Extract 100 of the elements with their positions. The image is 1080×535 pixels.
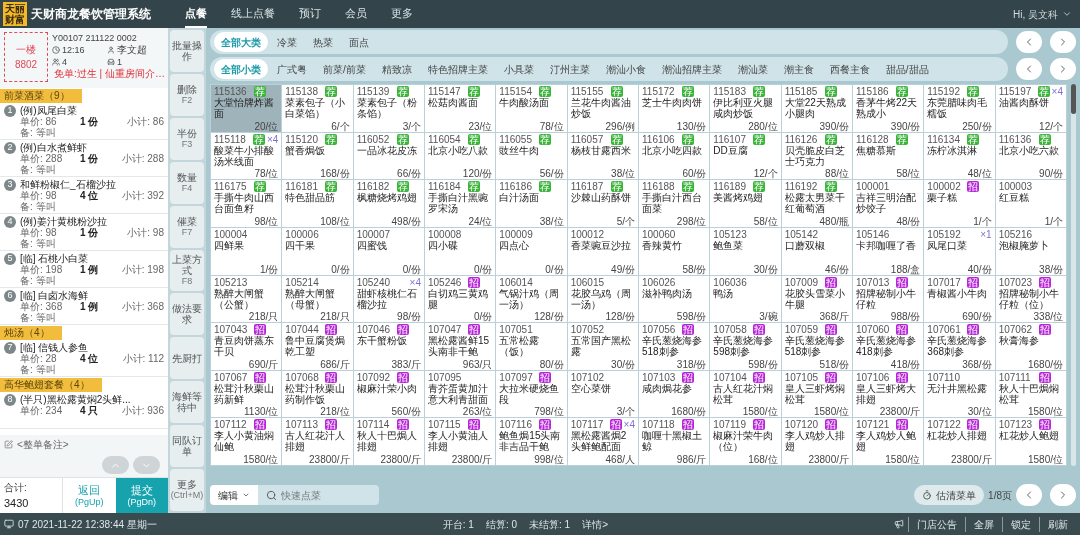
action-button[interactable]: 数量 F4 (170, 161, 204, 204)
sold-out-menu-button[interactable]: 估清菜单 (914, 485, 985, 505)
search-field[interactable]: 快速点菜 (258, 485, 379, 505)
previous-page-button[interactable] (1016, 31, 1042, 53)
scroll-down-button[interactable] (133, 456, 160, 474)
dish-tile[interactable]: 107017 招 青椒酱小牛肉 690/份 (924, 275, 995, 323)
dish-tile[interactable]: 107106 招 皇人三虾烤大排翅 23800/斤 (853, 370, 924, 418)
dish-tile[interactable]: 100002 招 栗子糕 1/个 (924, 180, 995, 227)
dish-tile[interactable]: 115118 荐 ×4 酸菜牛小排酸汤米线面 78/位 (211, 132, 282, 180)
nav-tab[interactable]: 预订 (299, 0, 321, 28)
dish-tile[interactable]: 115185 荐 大堂22天熟成小腿肉 390/份 (781, 85, 852, 132)
category-chip[interactable]: 全部大类 (214, 32, 268, 52)
dish-tile[interactable]: 107056 招 辛氏葱烧海参518刺参 318/份 (639, 323, 710, 370)
dish-tile[interactable]: 107068 招 松茸汁秋栗山药制作饭 218/位 (282, 370, 353, 418)
dish-tile[interactable]: 115183 荐 伊比利亚火腿咸肉炒饭 280/位 (710, 85, 781, 132)
scrollbar[interactable] (1071, 84, 1076, 466)
dish-tile[interactable]: 115197 荐 ×4 油酱肉酥饼 12/个 (995, 85, 1066, 132)
scroll-up-button[interactable] (102, 456, 129, 474)
dish-tile[interactable]: 116107 荐 DD豆腐 12/个 (710, 132, 781, 180)
action-button[interactable]: 同队订单 (170, 425, 204, 468)
category-chip[interactable]: 潮主食 (776, 59, 821, 79)
category-chip[interactable]: 潮汕招牌主菜 (654, 59, 729, 79)
category-chip[interactable]: 特色招牌主菜 (420, 59, 495, 79)
dish-tile[interactable]: 115154 荐 牛肉酸汤面 78/位 (496, 85, 567, 132)
next-page-button[interactable] (1050, 484, 1076, 506)
dish-tile[interactable]: 116175 荐 手撕牛肉山西台面鱼籽 98/位 (211, 180, 282, 227)
dish-tile[interactable]: 107116 招 鲍鱼焗15头南非吉品干鲍 998/位 (496, 418, 567, 465)
category-chip[interactable]: 小具菜 (496, 59, 541, 79)
action-button[interactable]: 上菜方式 F8 (170, 249, 204, 292)
dish-tile[interactable]: 106014 气锅汁鸡（周一汤） 128/份 (496, 275, 567, 323)
dish-tile[interactable]: 105142 口蘑双椒 46/份 (781, 227, 852, 275)
dish-tile[interactable]: 107043 招 青豆肉饼蒸东干贝 690/斤 (211, 323, 282, 370)
dish-tile[interactable]: 105216 泡椒腌萝卜 38/份 (995, 227, 1066, 275)
dish-tile[interactable]: 107062 招 秋膏海参 1680/份 (995, 323, 1066, 370)
category-chip[interactable]: 汀州主菜 (542, 59, 597, 79)
dish-tile[interactable]: 107110 无汁井黑松露 30/位 (924, 370, 995, 418)
dish-tile[interactable]: 107023 招 招牌秘制小牛仔粒（位） 338/位 (995, 275, 1066, 323)
dish-tile[interactable]: 116192 荐 松露太男菜干红葡萄酒 480/瓶 (781, 180, 852, 227)
dish-tile[interactable]: 107061 招 辛氏葱烧海参368刺参 368/份 (924, 323, 995, 370)
dish-tile[interactable]: 107044 招 鲁中豆腐煲焗乾工塑 686/斤 (282, 323, 353, 370)
dish-tile[interactable]: 107117 招 ×4 黑松露酱焗2头鲜鲍配面 468/人 (567, 418, 638, 465)
dish-tile[interactable]: 100003 红豆糕 1/个 (995, 180, 1066, 227)
dish-tile[interactable]: 107122 招 杠花炒人排翅 23800/斤 (924, 418, 995, 465)
dish-tile[interactable]: 106036 鸭汤 3/碗 (710, 275, 781, 323)
category-chip[interactable]: 前菜/前菜 (316, 59, 373, 79)
dish-tile[interactable]: 107119 招 椒麻汁荣牛肉（位） 168/位 (710, 418, 781, 465)
dish-tile[interactable]: 115186 荐 香茅牛烤22天熟成小 390/份 (853, 85, 924, 132)
action-button[interactable]: 海鲜等待中 (170, 381, 204, 424)
dish-tile[interactable]: 106026 滋补鸭肉汤 598/份 (639, 275, 710, 323)
dish-tile[interactable]: 116126 荐 贝壳脆皮白芝士巧克力 88/位 (781, 132, 852, 180)
category-chip[interactable]: 潮汕菜 (730, 59, 775, 79)
dish-tile[interactable]: 107046 招 东干蟹粉饭 383/斤 (353, 323, 424, 370)
dish-tile[interactable]: 116187 荐 沙棘山药酥饼 5/个 (567, 180, 638, 227)
category-chip[interactable]: 甜品/甜品 (878, 59, 936, 79)
dish-tile[interactable]: 105240 ×4 甜虾核桃仁石榴沙拉 98/份 (353, 275, 424, 323)
dish-tile[interactable]: 107095 青芥蛋黄加汁意大利青甜面 263/位 (425, 370, 496, 418)
dish-tile[interactable]: 107112 招 李人小黄油焖仙鲍 1580/位 (211, 418, 282, 465)
dish-tile[interactable]: 116057 荐 杨枝甘露西米 38/位 (567, 132, 638, 180)
dish-tile[interactable]: 107009 招 花胶头雪菜小牛腿 368/斤 (781, 275, 852, 323)
dish-tile[interactable]: 107052 五常国产黑松露 30/份 (567, 323, 638, 370)
dish-tile[interactable]: 107120 招 李人鸡炒人排翅 23800/斤 (781, 418, 852, 465)
category-chip[interactable]: 广式粤 (270, 59, 314, 79)
dish-tile[interactable]: 100060 香辣黄竹 58/份 (639, 227, 710, 275)
dish-tile[interactable]: 105123 鲍鱼菜 30/份 (710, 227, 781, 275)
status-link[interactable]: 锁定 (1002, 516, 1039, 532)
dish-tile[interactable]: 106015 花胶乌鸡（周一汤） 128/份 (567, 275, 638, 323)
dish-tile[interactable]: 115136 荐 大堂怡牌炸酱面 20/位 (211, 85, 282, 132)
dish-tile[interactable]: 107114 招 秋人十巴焗人排翅 23800/斤 (353, 418, 424, 465)
dish-tile[interactable]: 100007 四蜜饯 0/份 (353, 227, 424, 275)
dish-tile[interactable]: 116184 荐 手撕白汁黑豌罗宋汤 24/位 (425, 180, 496, 227)
dish-tile[interactable]: 100008 四小碟 0/份 (425, 227, 496, 275)
category-chip[interactable]: 精致凉 (374, 59, 419, 79)
dish-tile[interactable]: 107102 空心菜饼 3/个 (567, 370, 638, 418)
action-button[interactable]: 催菜 F7 (170, 205, 204, 248)
nav-tab[interactable]: 线上点餐 (231, 0, 275, 28)
dish-tile[interactable]: 107067 招 松茸汁秋栗山药新鲜 1130/位 (211, 370, 282, 418)
dish-tile[interactable]: 100006 四干果 0/份 (282, 227, 353, 275)
next-page-button[interactable] (1050, 58, 1076, 80)
dish-tile[interactable]: 105192 ×1 凤尾口菜 40/份 (924, 227, 995, 275)
action-button[interactable]: 删除 F2 (170, 73, 204, 116)
dish-tile[interactable]: 107115 招 李人小黄油人排翅 23800/斤 (425, 418, 496, 465)
status-link[interactable]: 刷新 (1039, 516, 1076, 532)
dish-tile[interactable]: 105214 熟醉大闸蟹（母蟹） 218/只 (282, 275, 353, 323)
next-page-button[interactable] (1050, 31, 1076, 53)
dish-tile[interactable]: 107059 招 辛氏葱烧海参518刺参 518/份 (781, 323, 852, 370)
dish-tile[interactable]: 105246 招 白切鸡三黄鸡腿 0/份 (425, 275, 496, 323)
search-input[interactable]: 快速点菜 (281, 487, 371, 503)
dish-tile[interactable]: 100012 香菜豌豆沙拉 49/份 (567, 227, 638, 275)
dish-tile[interactable]: 107060 招 辛氏葱烧海参418刺参 418/份 (853, 323, 924, 370)
dish-tile[interactable]: 107111 招 秋人十巴焗焖松茸 1580/位 (995, 370, 1066, 418)
previous-page-button[interactable] (1016, 484, 1042, 506)
dish-tile[interactable]: 115147 荐 松菇肉酱面 23/位 (425, 85, 496, 132)
dish-tile[interactable]: 116052 荐 一品冰花皮冻 66/份 (353, 132, 424, 180)
user-menu[interactable]: Hi, 吴文科 (1013, 6, 1072, 22)
dish-tile[interactable]: 115138 荐 菜素包子（小白菜馅） 6/个 (282, 85, 353, 132)
dish-tile[interactable]: 100001 吉祥三明治配炒饺子 48/份 (853, 180, 924, 227)
dish-tile[interactable]: 116055 荐 豉丝牛肉 56/份 (496, 132, 567, 180)
dish-tile[interactable]: 116181 荐 特色甜品筋 108/位 (282, 180, 353, 227)
status-link[interactable]: 门店公告 (908, 516, 965, 532)
dish-tile[interactable]: 105213 熟醉大闸蟹（公蟹） 218/只 (211, 275, 282, 323)
